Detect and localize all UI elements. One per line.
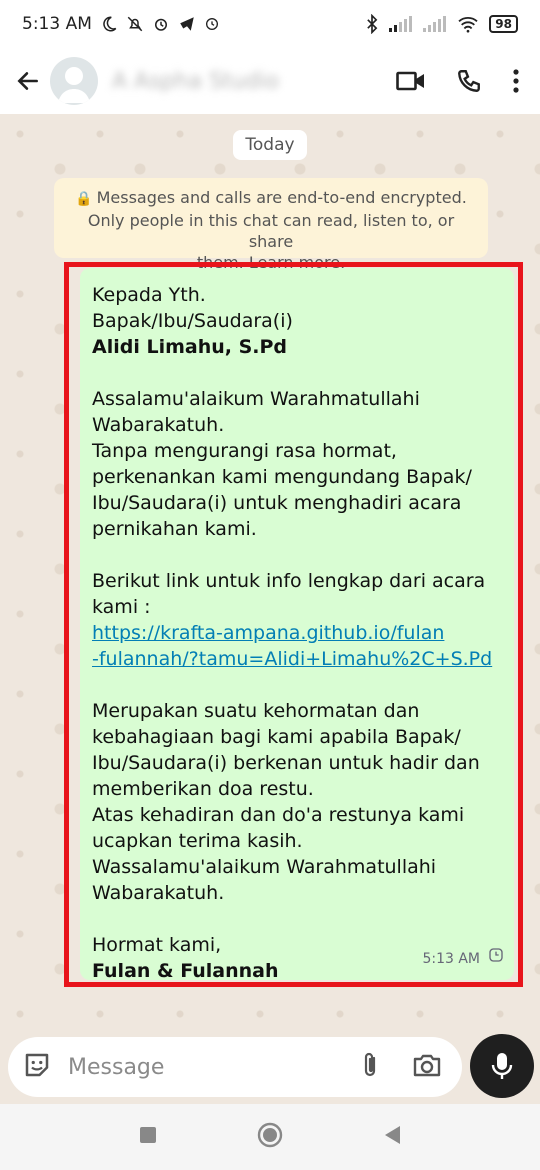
- encryption-notice[interactable]: 🔒 Messages and calls are end-to-end encry…: [54, 178, 488, 272]
- wifi-icon: [457, 15, 479, 33]
- status-time: 5:13 AM: [22, 14, 92, 34]
- message-line: Assalamu'alaikum Warahmatullahi: [92, 388, 420, 410]
- message-line: perkenankan kami mengundang Bapak/: [92, 466, 472, 488]
- header-actions: [396, 68, 526, 94]
- date-chip: Today: [233, 130, 307, 160]
- message-bubble[interactable]: Kepada Yth. Bapak/Ibu/Saudara(i) Alidi Lim…: [80, 268, 514, 982]
- back-nav-button[interactable]: [383, 1125, 401, 1149]
- encryption-notice-line-2: Only people in this chat can read, liste…: [87, 211, 455, 251]
- circle-home-icon: [257, 1122, 283, 1148]
- microphone-icon: [491, 1053, 513, 1079]
- recents-button[interactable]: [139, 1126, 157, 1148]
- message-line: Berikut link untuk info lengkap dari aca…: [92, 570, 486, 592]
- emoji-sticker-icon[interactable]: [22, 1050, 52, 1084]
- message-spacer: [92, 542, 502, 568]
- message-line: Ibu/Saudara(i) untuk menghadiri acara: [92, 492, 462, 514]
- battery-indicator: 98: [489, 15, 518, 33]
- message-line: Wabarakatuh.: [92, 414, 225, 436]
- person-icon: [58, 67, 90, 103]
- message-input[interactable]: Message: [8, 1037, 462, 1097]
- message-line: Alidi Limahu, S.Pd: [92, 336, 288, 358]
- status-bar: 5:13 AM 98: [0, 0, 540, 48]
- clock-pending-icon: [488, 946, 504, 972]
- video-call-icon[interactable]: [396, 70, 426, 92]
- message-line: pernikahan kami.: [92, 518, 257, 540]
- microphone-button[interactable]: [470, 1034, 534, 1098]
- encryption-notice-line-1: 🔒 Messages and calls are end-to-end encry…: [75, 188, 467, 207]
- message-spacer: [92, 360, 502, 386]
- chat-area[interactable]: Today 🔒 Messages and calls are end-to-end…: [0, 114, 540, 1030]
- attachment-icon[interactable]: [358, 1050, 382, 1084]
- message-line: ucapkan terima kasih.: [92, 830, 303, 852]
- status-left: 5:13 AM: [22, 14, 220, 34]
- status-right: 98: [365, 14, 518, 34]
- lock-icon: 🔒: [75, 191, 93, 207]
- square-icon: [140, 1127, 156, 1143]
- bluetooth-icon: [365, 14, 379, 34]
- message-line: Atas kehadiran dan do'a restunya kami: [92, 804, 465, 826]
- message-line: Ibu/Saudara(i) berkenan untuk hadir dan: [92, 752, 480, 774]
- input-right-icons: [358, 1050, 448, 1084]
- message-line: Merupakan suatu kehormatan dan: [92, 700, 420, 722]
- message-link[interactable]: https://krafta-ampana.github.io/fulan: [92, 620, 502, 646]
- message-line: memberikan doa restu.: [92, 778, 314, 800]
- back-button[interactable]: [14, 67, 42, 95]
- message-placeholder: Message: [68, 1054, 165, 1080]
- message-line: Wassalamu'alaikum Warahmatullahi: [92, 856, 437, 878]
- message-spacer: [92, 672, 502, 698]
- input-bar: Message: [0, 1030, 540, 1104]
- avatar[interactable]: [50, 57, 98, 105]
- moon-icon: [100, 15, 118, 33]
- message-line: Tanpa mengurangi rasa hormat,: [92, 440, 397, 462]
- signal-2-icon: [423, 16, 447, 32]
- message-spacer: [92, 906, 502, 932]
- message-line: kebahagiaan bagi kami apabila Bapak/: [92, 726, 461, 748]
- message-meta: 5:13 AM: [422, 946, 504, 972]
- alarm-icon: [152, 15, 170, 33]
- arrow-left-icon: [17, 72, 38, 90]
- message-line: Wabarakatuh.: [92, 882, 225, 904]
- contact-name[interactable]: A Aspha Studio: [112, 69, 279, 94]
- message-line: kami :: [92, 596, 151, 618]
- message-line: Bapak/Ibu/Saudara(i): [92, 310, 293, 332]
- more-options-icon[interactable]: [512, 69, 520, 93]
- message-link[interactable]: -fulannah/?tamu=Alidi+Limahu%2C+S.Pd: [92, 646, 502, 672]
- triangle-back-icon: [385, 1126, 400, 1144]
- message-body: Kepada Yth. Bapak/Ibu/Saudara(i) Alidi Lim…: [92, 282, 502, 984]
- telegram-icon: [178, 15, 196, 33]
- message-time: 5:13 AM: [422, 951, 480, 967]
- clock-icon: [204, 16, 220, 32]
- muted-bell-icon: [126, 15, 144, 33]
- signal-icon: [389, 16, 413, 32]
- chat-header: A Aspha Studio: [0, 48, 540, 114]
- camera-icon[interactable]: [412, 1052, 442, 1082]
- home-button[interactable]: [257, 1122, 283, 1152]
- system-nav-bar: [0, 1104, 540, 1170]
- message-line: Kepada Yth.: [92, 284, 206, 306]
- phone-call-icon[interactable]: [456, 68, 482, 94]
